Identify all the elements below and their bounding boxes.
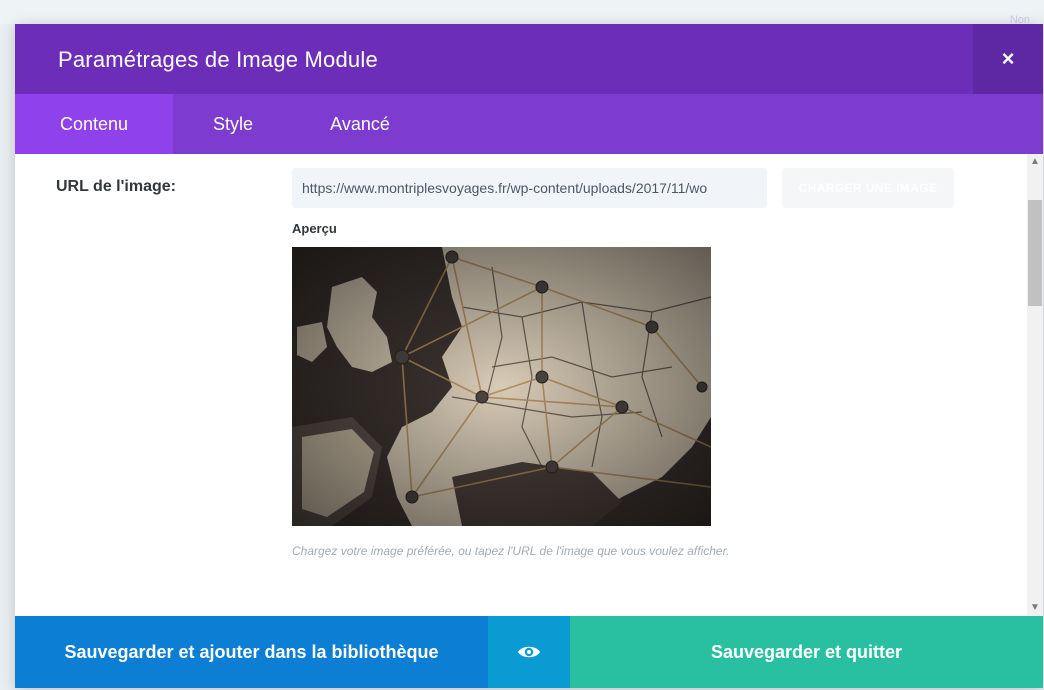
preview-button[interactable] [488,616,570,688]
settings-modal: Paramétrages de Image Module × Contenu S… [15,24,1043,688]
tab-contenu[interactable]: Contenu [15,94,173,154]
preview-image [292,247,711,526]
image-url-input[interactable]: https://www.montriplesvoyages.fr/wp-cont… [292,168,767,208]
content-scrollbar[interactable]: ▲ ▼ [1027,154,1043,616]
europe-map-image [292,247,711,526]
modal-footer: Sauvegarder et ajouter dans la bibliothè… [15,616,1043,688]
preview-label: Aperçu [292,221,337,236]
tab-avance[interactable]: Avancé [293,94,427,154]
close-icon: × [1001,46,1015,71]
save-to-library-button[interactable]: Sauvegarder et ajouter dans la bibliothè… [15,616,488,688]
scroll-down-icon[interactable]: ▼ [1027,600,1043,616]
close-button[interactable]: × [973,24,1043,94]
eye-icon [518,646,540,658]
modal-content: URL de l'image: https://www.montriplesvo… [15,154,1043,616]
modal-header: Paramétrages de Image Module × [15,24,1043,94]
page-backdrop [0,0,1044,24]
tab-bar: Contenu Style Avancé [15,94,1043,154]
tab-style[interactable]: Style [173,94,293,154]
scroll-thumb[interactable] [1028,200,1042,306]
scroll-up-icon[interactable]: ▲ [1027,154,1043,170]
modal-title: Paramétrages de Image Module [58,47,378,72]
image-field-description: Chargez votre image préférée, ou tapez l… [292,544,730,558]
image-url-label: URL de l'image: [56,178,176,195]
upload-image-button[interactable]: CHARGER UNE IMAGE [782,168,954,208]
save-and-quit-button[interactable]: Sauvegarder et quitter [570,616,1043,688]
